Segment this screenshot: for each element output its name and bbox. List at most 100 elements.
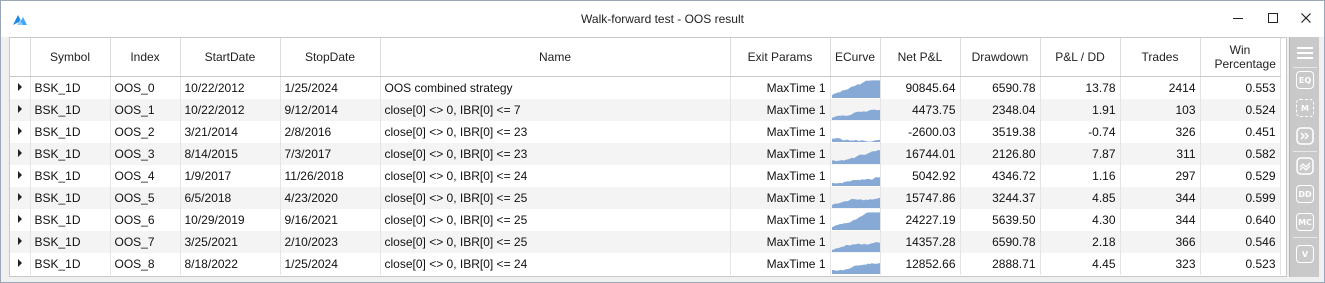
equity-curve-sparkline [831, 211, 879, 230]
equity-curve-sparkline [831, 137, 879, 142]
row-expand-arrow[interactable] [10, 120, 31, 143]
title-bar[interactable]: Walk-forward test - OOS result [1, 1, 1324, 37]
caret-right-icon [17, 170, 22, 179]
minimize-button[interactable] [1223, 7, 1253, 29]
row-expand-arrow[interactable] [10, 164, 31, 187]
cell-strategy-name: OOS combined strategy [380, 76, 731, 99]
cell-start-date: 3/21/2014 [180, 120, 281, 143]
table-row[interactable]: BSK_1D OOS_0 10/22/2012 1/25/2024 OOS combin… [10, 76, 1281, 99]
caret-right-icon [17, 258, 22, 267]
cell-ecurve [830, 208, 881, 231]
chart-button[interactable] [1294, 155, 1316, 177]
cell-strategy-name: close[0] <> 0, IBR[0] <= 25 [380, 208, 731, 231]
column-header-win-percentage[interactable]: Win Percentage [1200, 38, 1281, 77]
column-header-ecurve[interactable]: ECurve [830, 38, 881, 77]
equity-curve-sparkline [831, 197, 879, 208]
column-header-exit-params[interactable]: Exit Params [730, 38, 831, 77]
equity-curve-sparkline [831, 79, 879, 98]
table-row[interactable]: BSK_1D OOS_8 8/18/2022 1/25/2024 close[0] <>… [10, 252, 1281, 275]
column-header-startdate[interactable]: StartDate [180, 38, 281, 77]
equity-curve-sparkline [831, 262, 879, 274]
table-row[interactable]: BSK_1D OOS_3 8/14/2015 7/3/2017 close[0] <> … [10, 142, 1281, 165]
column-header-pnl-dd[interactable]: P&L / DD [1040, 38, 1121, 77]
caret-right-icon [17, 214, 22, 223]
cell-trades: 344 [1120, 186, 1201, 209]
table-row[interactable]: BSK_1D OOS_2 3/21/2014 2/8/2016 close[0] <> … [10, 120, 1281, 143]
table-row[interactable]: BSK_1D OOS_7 3/25/2021 2/10/2023 close[0] <>… [10, 230, 1281, 253]
forward-button[interactable] [1294, 125, 1316, 147]
cell-strategy-name: close[0] <> 0, IBR[0] <= 24 [380, 252, 731, 275]
cell-ecurve [830, 120, 881, 143]
cell-index: OOS_6 [110, 208, 181, 231]
row-expand-arrow[interactable] [10, 76, 31, 99]
expander-header [10, 38, 31, 77]
column-header-drawdown[interactable]: Drawdown [960, 38, 1041, 77]
column-header-trades[interactable]: Trades [1120, 38, 1201, 77]
row-expand-arrow[interactable] [10, 186, 31, 209]
table-row[interactable]: BSK_1D OOS_4 1/9/2017 11/26/2018 close[0] <>… [10, 164, 1281, 187]
drawdown-button[interactable]: DD [1294, 183, 1316, 205]
cell-drawdown: 2348.04 [960, 98, 1041, 121]
maximize-button[interactable] [1258, 7, 1288, 29]
cell-pnl-dd: 1.16 [1040, 164, 1121, 187]
cell-net-pnl: 12852.66 [880, 252, 961, 275]
cell-symbol: BSK_1D [30, 208, 111, 231]
cell-drawdown: 4346.72 [960, 164, 1041, 187]
cell-drawdown: 6590.78 [960, 230, 1041, 253]
eq-badge-icon: EQ [1296, 71, 1314, 89]
row-expand-arrow[interactable] [10, 142, 31, 165]
row-expand-arrow[interactable] [10, 208, 31, 231]
validation-button[interactable]: V [1294, 243, 1316, 265]
cell-trades: 103 [1120, 98, 1201, 121]
cell-pnl-dd: -0.74 [1040, 120, 1121, 143]
column-header-stopdate[interactable]: StopDate [280, 38, 381, 77]
cell-pnl-dd: 13.78 [1040, 76, 1121, 99]
equity-curve-button[interactable]: EQ [1294, 69, 1316, 91]
matrix-button[interactable]: M [1294, 97, 1316, 119]
cell-start-date: 1/9/2017 [180, 164, 281, 187]
cell-net-pnl: 15747.86 [880, 186, 961, 209]
cell-exit-params: MaxTime 1 [730, 208, 831, 231]
cell-exit-params: MaxTime 1 [730, 164, 831, 187]
cell-trades: 2414 [1120, 76, 1201, 99]
cell-ecurve [830, 98, 881, 121]
column-header-index[interactable]: Index [110, 38, 181, 77]
cell-symbol: BSK_1D [30, 230, 111, 253]
cell-stop-date: 4/23/2020 [280, 186, 381, 209]
cell-symbol: BSK_1D [30, 142, 111, 165]
cell-exit-params: MaxTime 1 [730, 98, 831, 121]
cell-index: OOS_8 [110, 252, 181, 275]
cell-net-pnl: 5042.92 [880, 164, 961, 187]
cell-index: OOS_5 [110, 186, 181, 209]
cell-index: OOS_4 [110, 164, 181, 187]
cell-net-pnl: 90845.64 [880, 76, 961, 99]
row-expand-arrow[interactable] [10, 252, 31, 275]
close-button[interactable] [1291, 7, 1321, 29]
table-row[interactable]: BSK_1D OOS_1 10/22/2012 9/12/2014 close[0] <… [10, 98, 1281, 121]
row-expand-arrow[interactable] [10, 230, 31, 253]
table-row[interactable]: BSK_1D OOS_6 10/29/2019 9/16/2021 close[0] <… [10, 208, 1281, 231]
row-expand-arrow[interactable] [10, 98, 31, 121]
cell-strategy-name: close[0] <> 0, IBR[0] <= 24 [380, 164, 731, 187]
cell-drawdown: 6590.78 [960, 76, 1041, 99]
caret-right-icon [17, 126, 22, 135]
caret-right-icon [17, 236, 22, 245]
cell-drawdown: 3519.38 [960, 120, 1041, 143]
table-row[interactable]: BSK_1D OOS_5 6/5/2018 4/23/2020 close[0] <> … [10, 186, 1281, 209]
close-icon [1301, 13, 1311, 23]
column-header-name[interactable]: Name [380, 38, 731, 77]
cell-drawdown: 3244.37 [960, 186, 1041, 209]
cell-win-percentage: 0.640 [1200, 208, 1281, 231]
cell-start-date: 3/25/2021 [180, 230, 281, 253]
caret-right-icon [17, 104, 22, 113]
equity-curve-sparkline [831, 109, 879, 120]
results-grid[interactable]: Symbol Index StartDate StopDate Name Exi… [9, 37, 1287, 277]
equity-curve-sparkline [831, 149, 879, 164]
column-header-symbol[interactable]: Symbol [30, 38, 111, 77]
column-header-net-pnl[interactable]: Net P&L [880, 38, 961, 77]
monte-carlo-button[interactable]: MC [1294, 211, 1316, 233]
cell-pnl-dd: 4.30 [1040, 208, 1121, 231]
cell-exit-params: MaxTime 1 [730, 186, 831, 209]
cell-start-date: 6/5/2018 [180, 186, 281, 209]
menu-button[interactable] [1294, 42, 1316, 64]
